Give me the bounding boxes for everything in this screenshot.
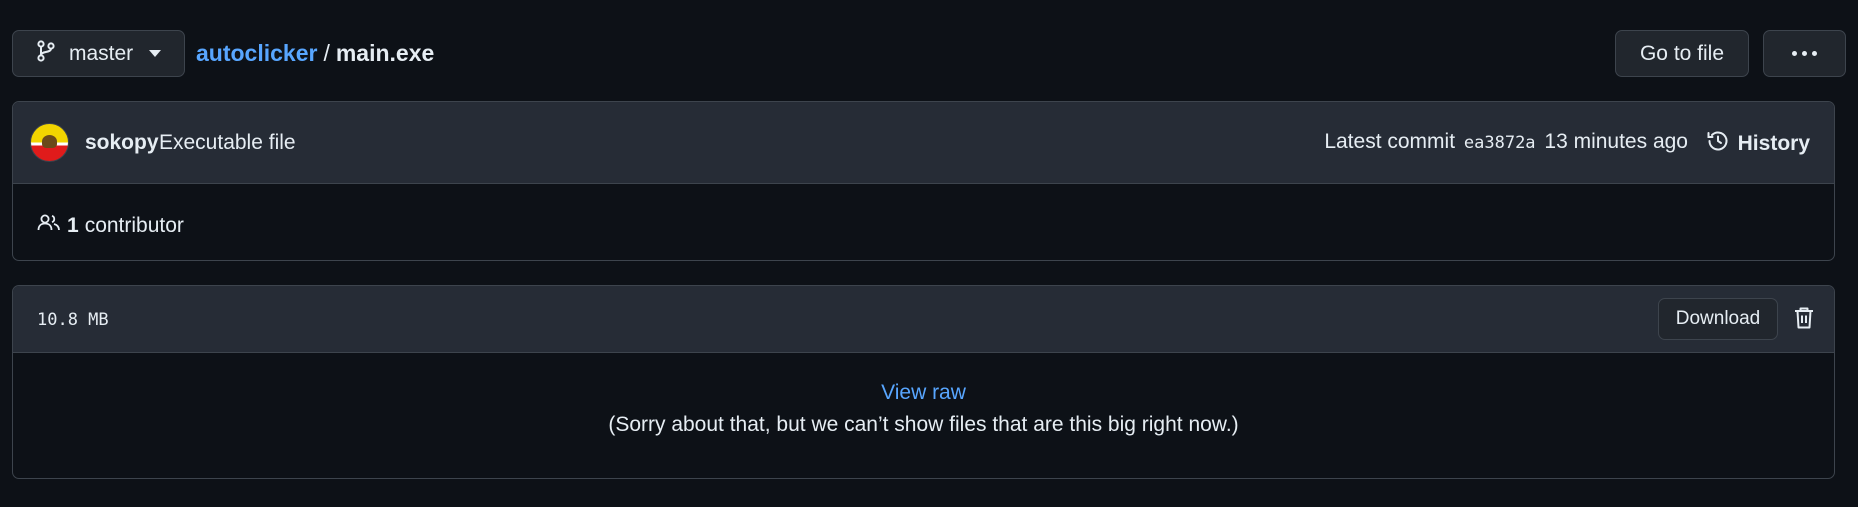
- branch-selector-button[interactable]: master: [12, 30, 185, 77]
- go-to-file-button[interactable]: Go to file: [1615, 30, 1749, 77]
- contributors-link[interactable]: 1 contributor: [37, 213, 184, 239]
- view-raw-link[interactable]: View raw: [13, 381, 1834, 405]
- file-header: 10.8 MB Download: [13, 286, 1834, 353]
- file-body: View raw (Sorry about that, but we can’t…: [13, 353, 1834, 478]
- file-too-big-message: (Sorry about that, but we can’t show fil…: [608, 413, 1239, 436]
- commit-info-box: sokopy Executable file Latest commit ea3…: [12, 101, 1835, 261]
- download-button[interactable]: Download: [1658, 298, 1778, 340]
- people-icon: [37, 213, 61, 239]
- more-options-button[interactable]: [1763, 30, 1846, 77]
- breadcrumb-separator: /: [323, 40, 330, 66]
- contributor-count: 1: [67, 214, 79, 237]
- commit-time: 13 minutes ago: [1544, 130, 1688, 153]
- file-viewer: 10.8 MB Download View raw (Sorry about t…: [12, 285, 1835, 479]
- commit-author-link[interactable]: sokopy: [85, 131, 159, 155]
- history-icon: [1706, 129, 1730, 159]
- latest-commit-label: Latest commit: [1324, 130, 1456, 153]
- commit-header: sokopy Executable file Latest commit ea3…: [13, 102, 1834, 184]
- avatar[interactable]: [30, 123, 69, 162]
- trash-icon: [1793, 307, 1815, 335]
- delete-file-button[interactable]: [1793, 306, 1815, 336]
- breadcrumb-file-name: main.exe: [335, 40, 435, 66]
- commit-sha-link[interactable]: ea3872a: [1464, 133, 1536, 153]
- history-label: History: [1737, 132, 1810, 155]
- file-size: 10.8 MB: [37, 310, 109, 330]
- contributor-label: contributor: [84, 214, 184, 237]
- history-link[interactable]: History: [1706, 129, 1810, 159]
- breadcrumb: autoclicker / main.exe: [196, 40, 434, 67]
- branch-label: master: [69, 41, 134, 65]
- latest-commit-info: Latest commit ea3872a 13 minutes ago: [1324, 130, 1688, 154]
- git-branch-icon: [37, 39, 55, 68]
- commit-message-link[interactable]: Executable file: [159, 131, 296, 155]
- chevron-down-icon: [149, 50, 162, 57]
- kebab-horizontal-icon: [1792, 51, 1817, 56]
- breadcrumb-repo-link[interactable]: autoclicker: [196, 40, 317, 66]
